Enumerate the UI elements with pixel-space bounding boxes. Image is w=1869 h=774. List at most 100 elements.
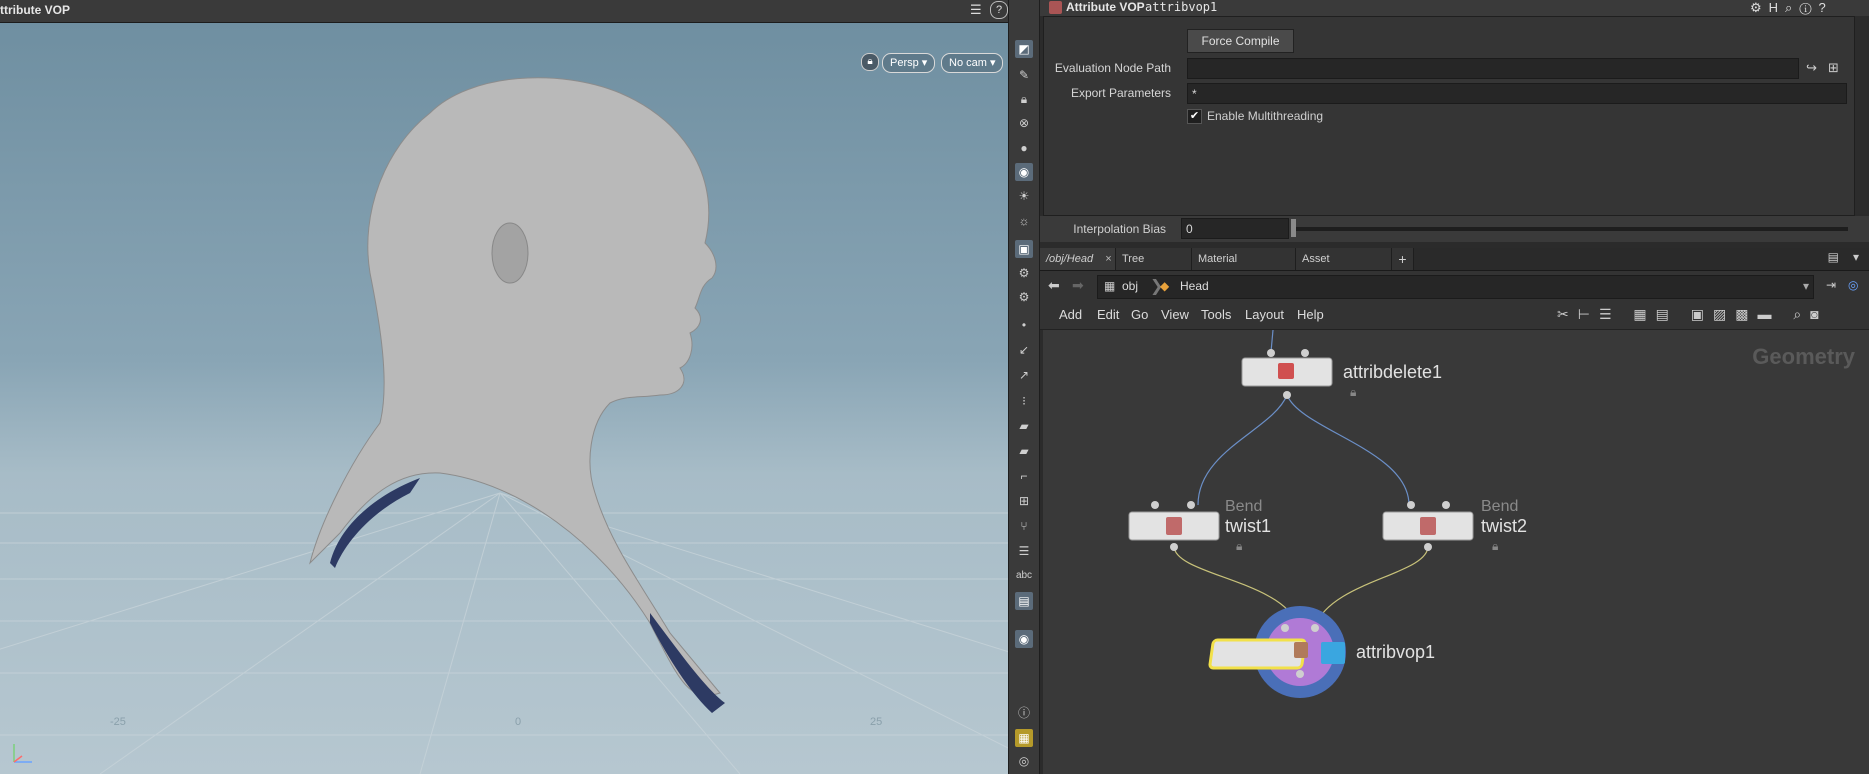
lock-icon: 🔒︎ [1236, 539, 1242, 553]
node-attribvop1[interactable] [1208, 606, 1346, 698]
brush-icon[interactable]: ✎ [1015, 66, 1033, 84]
snap-icon[interactable]: ⊞ [1015, 492, 1033, 510]
node-name-twist2[interactable]: twist2 [1481, 516, 1527, 537]
target-icon[interactable]: ⊗ [1015, 114, 1033, 132]
light-bulb-icon[interactable]: ◉ [1015, 630, 1033, 648]
pane-layout-icon[interactable]: ▤ [1828, 250, 1839, 264]
zoom-icon[interactable]: ⌕ [1793, 306, 1810, 322]
prim-numbers-icon[interactable]: ▰ [1015, 442, 1033, 460]
lock-camera-icon[interactable]: 🔒︎ [861, 53, 879, 71]
menu-edit[interactable]: Edit [1097, 307, 1119, 322]
menu-add[interactable]: Add [1059, 307, 1082, 322]
grid-icon[interactable]: ▦ [1015, 729, 1033, 747]
add-tab-icon[interactable]: + [1392, 248, 1414, 270]
link-icon[interactable]: ◎ [1848, 278, 1858, 292]
paint-icon[interactable]: ▰ [1015, 417, 1033, 435]
info-icon[interactable]: ⓘ [1015, 704, 1033, 722]
info-icon[interactable]: ⓘ [1799, 0, 1818, 15]
pin-icon[interactable]: ⇥ [1826, 278, 1836, 292]
image-icon[interactable]: ▩ [1735, 306, 1757, 322]
menu-go[interactable]: Go [1131, 307, 1148, 322]
chevron-down-icon[interactable]: ▾ [1803, 279, 1809, 293]
display-flag [1321, 642, 1345, 664]
tab-tree-view[interactable]: Tree View× [1116, 248, 1192, 287]
node-type-label: Attribute VOP [1066, 0, 1145, 14]
lock-icon[interactable]: 🔒︎ [1015, 90, 1033, 108]
bulb-outline-icon[interactable]: ☼ [1015, 212, 1033, 230]
help-icon[interactable]: ? [1818, 0, 1832, 15]
pane-menu-icon[interactable]: ▾ [1853, 250, 1859, 264]
camera-select-label: No cam [949, 57, 987, 69]
list-icon[interactable]: ☰ [1599, 306, 1621, 322]
evaluation-node-path-field[interactable] [1187, 58, 1799, 79]
display-icon[interactable]: ▣ [1015, 240, 1033, 258]
interpolation-bias-slider[interactable] [1293, 227, 1848, 231]
export-parameters-label: Export Parameters [1070, 86, 1171, 100]
scene-viewport[interactable]: -25 0 25 🔒︎ Persp ▾ No cam ▾ [0, 23, 1008, 774]
export-parameters-field[interactable]: * [1187, 83, 1847, 104]
node-name-twist1[interactable]: twist1 [1225, 516, 1271, 537]
parameter-scrollbar[interactable] [1855, 16, 1867, 214]
node-twist2[interactable] [1382, 501, 1474, 551]
forward-arrow-icon[interactable]: ➡ [1072, 277, 1084, 294]
background-image-icon[interactable]: ▣ [1691, 306, 1713, 322]
tab-obj-head[interactable]: /obj/Head × [1040, 248, 1116, 270]
tool-a-icon[interactable]: ⚙ [1015, 264, 1033, 282]
eye-icon[interactable]: ◎ [1015, 752, 1033, 770]
force-compile-button[interactable]: Force Compile [1187, 29, 1294, 53]
attribdelete-icon [1278, 363, 1294, 379]
display-options-icon[interactable]: ☰ [970, 2, 986, 18]
gear-icon[interactable]: ⚙ [1750, 0, 1769, 15]
image-icon[interactable]: ▤ [1015, 592, 1033, 610]
tree-icon[interactable]: ⊢ [1578, 306, 1599, 322]
houdini-icon[interactable]: H [1769, 0, 1785, 15]
normal-icon[interactable]: ↙ [1015, 341, 1033, 359]
color-palette-icon[interactable]: ▦ [1633, 306, 1655, 322]
enable-multithreading-checkbox[interactable]: ✔ [1187, 109, 1202, 124]
select-tool-icon[interactable]: ◩ [1015, 40, 1033, 58]
shading-icon[interactable]: ● [1015, 139, 1033, 157]
numbers-icon[interactable]: ⁝ [1015, 392, 1033, 410]
light-icon[interactable]: ◉ [1015, 163, 1033, 181]
network-canvas[interactable]: Geometry 🔒︎ 🔒︎ 🔒︎ attribdelete1 Bend twi… [1043, 330, 1869, 774]
svg-text:25: 25 [870, 716, 882, 728]
menu-layout[interactable]: Layout [1245, 307, 1284, 322]
point-icon[interactable]: • [1015, 316, 1033, 334]
vector-icon[interactable]: ↗ [1015, 366, 1033, 384]
layers-icon[interactable]: ☰ [1015, 542, 1033, 560]
tab-material-palette[interactable]: Material Palette× [1192, 248, 1296, 287]
crop-icon[interactable]: ⌐ [1015, 467, 1033, 485]
menu-tools[interactable]: Tools [1201, 307, 1231, 322]
shape-palette-icon[interactable]: ▤ [1656, 306, 1678, 322]
node-name-field[interactable]: attribvop1 [1145, 0, 1217, 14]
node-attribdelete1[interactable] [1241, 349, 1333, 399]
tab-asset-browser[interactable]: Asset Browser× [1296, 248, 1392, 287]
path-root[interactable]: obj [1122, 279, 1138, 293]
menu-view[interactable]: View [1161, 307, 1189, 322]
node-chooser-icon[interactable]: ⊞ [1828, 60, 1839, 76]
help-icon[interactable]: ? [990, 1, 1008, 19]
menu-help[interactable]: Help [1297, 307, 1324, 322]
bulb-icon[interactable]: ☀ [1015, 187, 1033, 205]
sticky-note-icon[interactable]: ▨ [1713, 306, 1735, 322]
path-field[interactable]: ▦ obj ❯ ◆ Head ▾ [1097, 275, 1814, 299]
camera-view-menu[interactable]: Persp ▾ [882, 53, 936, 73]
branch-icon[interactable]: ⑂ [1015, 517, 1033, 535]
camera-icon[interactable]: ◙ [1810, 306, 1827, 322]
node-twist1[interactable] [1128, 501, 1220, 551]
node-name-attribvop1[interactable]: attribvop1 [1356, 642, 1435, 663]
close-icon[interactable]: × [1105, 253, 1111, 265]
wrench-icon[interactable]: ✂ [1557, 306, 1578, 322]
path-current[interactable]: Head [1180, 279, 1209, 293]
jump-icon[interactable]: ↪ [1806, 60, 1817, 76]
search-icon[interactable]: ⌕ [1785, 0, 1799, 15]
back-arrow-icon[interactable]: ⬅ [1048, 277, 1060, 294]
interpolation-bias-field[interactable]: 0 [1181, 218, 1289, 239]
camera-select-menu[interactable]: No cam ▾ [941, 53, 1004, 73]
network-box-icon[interactable]: ▬ [1757, 306, 1780, 322]
interpolation-bias-label: Interpolation Bias [1073, 222, 1166, 236]
node-name-attribdelete1[interactable]: attribdelete1 [1343, 362, 1442, 383]
tool-b-icon[interactable]: ⚙ [1015, 288, 1033, 306]
slider-handle[interactable] [1291, 219, 1296, 237]
text-icon[interactable]: abc [1015, 567, 1033, 585]
